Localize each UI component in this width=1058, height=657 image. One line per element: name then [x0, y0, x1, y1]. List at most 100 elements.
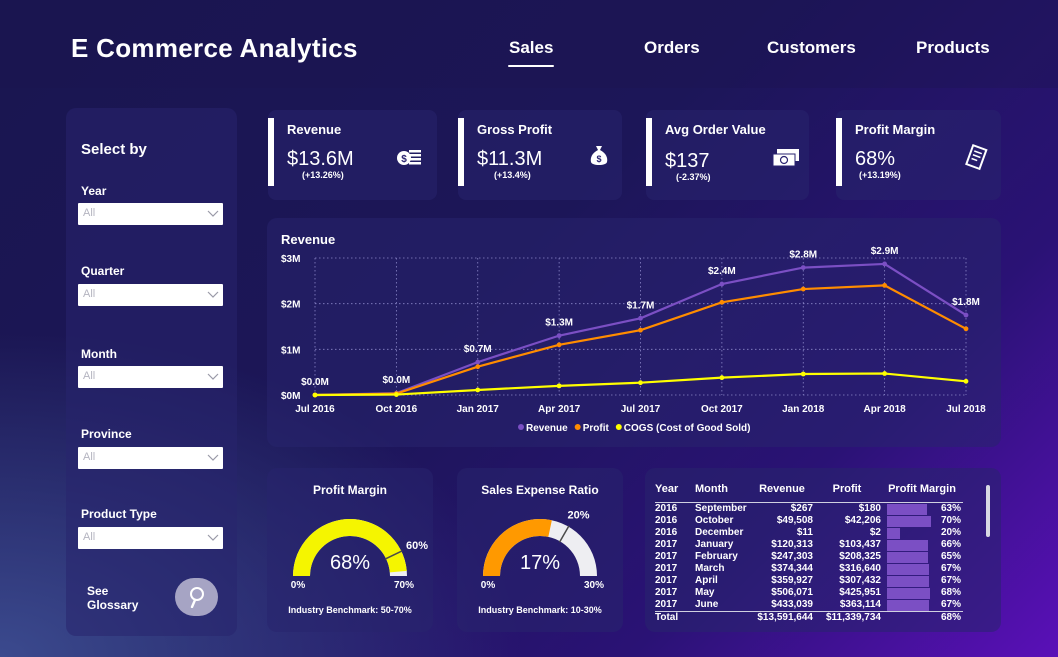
data-point[interactable]: [800, 371, 806, 377]
data-point[interactable]: [638, 380, 643, 386]
margin-value: 70%: [940, 515, 961, 526]
profit-margin-gauge-panel: Profit Margin 68% 0% 70% 60% Industry Bench…: [267, 468, 433, 632]
data-point[interactable]: [312, 392, 318, 398]
col-header-month[interactable]: Month: [695, 483, 751, 503]
gauge-value: 68%: [330, 552, 370, 574]
cell-month: March: [695, 563, 725, 574]
cell-profit: $316,640: [839, 563, 881, 574]
cell-revenue: $247,303: [771, 551, 813, 562]
cell-year: 2017: [655, 539, 678, 550]
kpi-profit-margin: Profit Margin 68% (+13.19%): [836, 110, 1001, 200]
cell-month: September: [695, 502, 751, 515]
gauge-max-label: 70%: [394, 580, 414, 591]
legend-item[interactable]: COGS (Cost of Good Sold): [624, 423, 751, 434]
month-label: Month: [81, 347, 117, 361]
glossary-button[interactable]: [175, 578, 218, 616]
gauge-footer: Industry Benchmark: 50-70%: [288, 605, 412, 615]
x-tick-label: Apr 2018: [864, 404, 907, 415]
data-point[interactable]: [556, 383, 562, 389]
sales-matrix-panel: Year Month Revenue Profit Profit Margin …: [645, 468, 1001, 632]
data-label: $0.0M: [382, 375, 410, 386]
data-point[interactable]: [475, 364, 481, 370]
month-dropdown[interactable]: All: [78, 366, 223, 388]
kpi-accent-bar: [646, 118, 652, 186]
kpi-value: $13.6M: [287, 148, 354, 170]
province-dropdown[interactable]: All: [78, 447, 223, 469]
data-point[interactable]: [475, 359, 481, 365]
table-row[interactable]: 2016 September $267 $180 63%: [655, 502, 963, 515]
kpi-value: 68%: [855, 148, 896, 170]
total-revenue: $13,591,644: [751, 611, 813, 624]
kpi-accent-bar: [458, 118, 464, 186]
margin-value: 67%: [940, 575, 961, 586]
money-bag-icon: $: [590, 146, 608, 165]
tab-products[interactable]: Products: [916, 38, 990, 58]
cell-profit-margin: 67%: [881, 575, 963, 587]
cell-profit: $42,206: [844, 515, 881, 526]
legend-marker: [615, 424, 622, 430]
cell-month: June: [695, 599, 719, 610]
table-row[interactable]: 2017 April $359,927 $307,432 67%: [655, 575, 963, 587]
col-header-profit[interactable]: Profit: [813, 483, 881, 503]
kpi-revenue: Revenue $13.6M (+13.26%) $: [268, 110, 437, 200]
data-point[interactable]: [963, 378, 969, 384]
product-type-dropdown[interactable]: All: [78, 527, 223, 549]
data-point[interactable]: [556, 342, 562, 348]
cell-year: 2017: [655, 587, 678, 598]
province-value: All: [83, 451, 96, 463]
data-point[interactable]: [800, 265, 806, 270]
cell-month: December: [695, 527, 744, 538]
legend-item[interactable]: Profit: [583, 423, 610, 434]
col-header-year[interactable]: Year: [655, 483, 695, 503]
table-row[interactable]: 2017 May $506,071 $425,951 68%: [655, 587, 963, 599]
cell-year: 2017: [655, 575, 678, 586]
table-row[interactable]: 2017 March $374,344 $316,640 67%: [655, 563, 963, 575]
col-header-profit-margin[interactable]: Profit Margin: [881, 483, 963, 503]
cell-month: February: [695, 551, 738, 562]
table-scrollbar[interactable]: [986, 485, 990, 537]
cell-profit: $425,951: [839, 587, 881, 598]
cell-revenue: $267: [751, 502, 813, 515]
data-point[interactable]: [882, 283, 888, 288]
data-label: $1.7M: [627, 300, 655, 311]
data-point[interactable]: [475, 387, 481, 393]
table-row[interactable]: 2017 January $120,313 $103,437 66%: [655, 539, 963, 551]
x-tick-label: Jan 2018: [782, 404, 825, 415]
data-point[interactable]: [719, 281, 725, 287]
cell-profit: $363,114: [839, 599, 881, 610]
data-point[interactable]: [719, 375, 725, 381]
data-point[interactable]: [882, 261, 888, 267]
month-value: All: [83, 370, 96, 382]
table-row[interactable]: 2016 December $11 $2 20%: [655, 527, 963, 539]
cell-profit: $307,432: [839, 575, 881, 586]
year-dropdown[interactable]: All: [78, 203, 223, 225]
table-row[interactable]: 2016 October $49,508 $42,206 70%: [655, 515, 963, 527]
col-header-revenue[interactable]: Revenue: [751, 483, 813, 503]
data-point[interactable]: [963, 326, 969, 332]
cell-month: October: [695, 515, 734, 526]
cell-profit-margin: 66%: [881, 539, 963, 551]
data-point[interactable]: [800, 286, 806, 292]
table-row[interactable]: 2017 February $247,303 $208,325 65%: [655, 551, 963, 563]
kpi-title: Gross Profit: [477, 122, 553, 137]
legend-item[interactable]: Revenue: [526, 423, 568, 434]
tab-orders[interactable]: Orders: [644, 38, 700, 58]
cell-year: 2017: [655, 563, 678, 574]
data-point[interactable]: [556, 333, 562, 339]
tab-sales[interactable]: Sales: [507, 38, 555, 67]
data-point[interactable]: [393, 392, 399, 397]
data-point[interactable]: [638, 315, 643, 321]
kpi-accent-bar: [836, 118, 842, 186]
data-point[interactable]: [638, 327, 643, 333]
chevron-down-icon: [207, 373, 219, 380]
tab-customers[interactable]: Customers: [767, 38, 856, 58]
data-point[interactable]: [963, 312, 969, 318]
cell-month: April: [695, 575, 718, 586]
table-row[interactable]: 2017 June $433,039 $363,114 67%: [655, 599, 963, 612]
cell-profit-margin: 63%: [881, 502, 963, 515]
gauge-max-label: 30%: [584, 580, 604, 591]
quarter-dropdown[interactable]: All: [78, 284, 223, 306]
data-point[interactable]: [882, 371, 888, 376]
data-point[interactable]: [719, 299, 725, 305]
kpi-title: Avg Order Value: [665, 122, 766, 137]
